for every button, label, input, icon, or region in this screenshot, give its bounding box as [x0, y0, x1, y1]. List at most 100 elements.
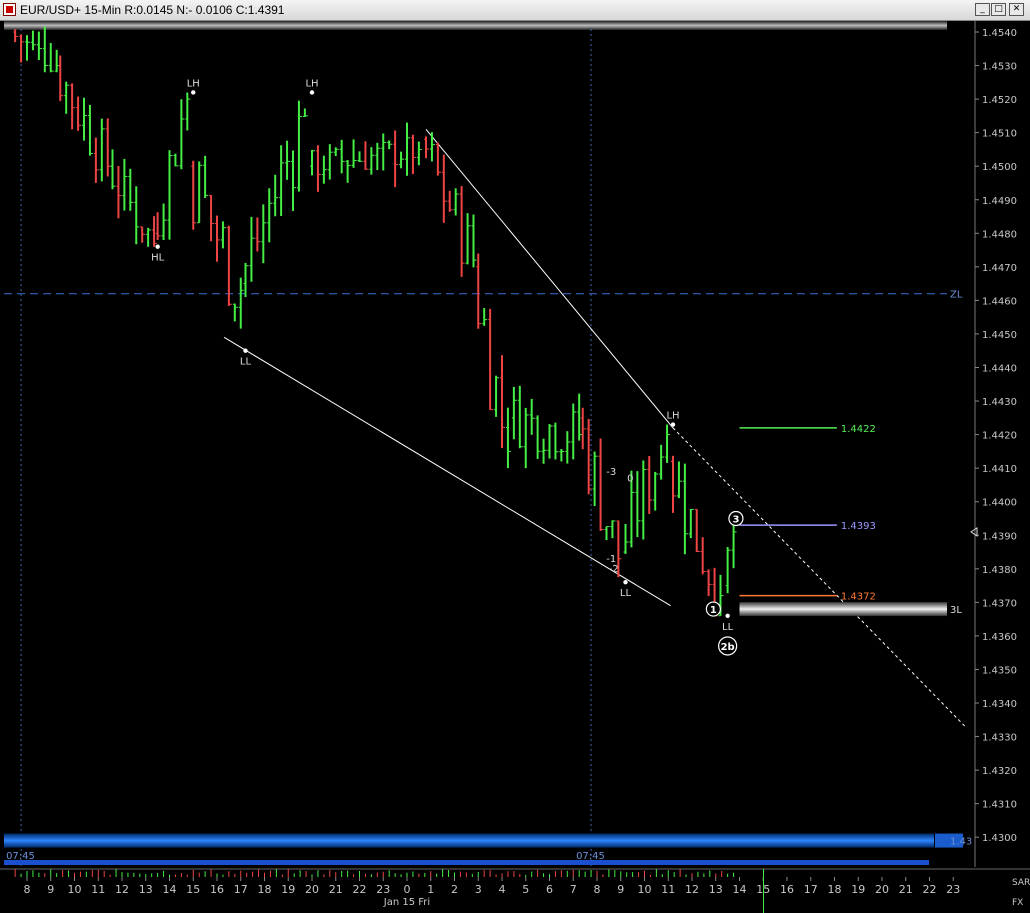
- y-tick-label: 1.4300: [982, 833, 1017, 844]
- y-tick-label: 1.4530: [982, 62, 1017, 73]
- y-tick-label: 1.4360: [982, 632, 1017, 643]
- swing-point-dot: [309, 90, 315, 95]
- y-tick-label: 1.4450: [982, 330, 1017, 341]
- swing-point-dot: [623, 580, 628, 585]
- x-tick-label: 23: [376, 883, 390, 896]
- x-tick-label: 8: [24, 883, 31, 896]
- x-tick-label: 17: [804, 883, 818, 896]
- x-tick-label: 9: [47, 883, 54, 896]
- x-tick-label: 13: [709, 883, 723, 896]
- y-tick-label: 1.4480: [982, 229, 1017, 240]
- x-tick-label: 14: [163, 883, 177, 896]
- y-tick-label: 1.4460: [982, 296, 1017, 307]
- x-tick-label: 10: [68, 883, 82, 896]
- x-date-label: Jan 15 Fri: [383, 897, 430, 908]
- fx-label: FX: [1012, 898, 1023, 908]
- x-tick-label: 8: [594, 883, 601, 896]
- band-3l: [739, 602, 947, 617]
- x-tick-label: 12: [115, 883, 129, 896]
- y-tick-label: 1.4500: [982, 162, 1017, 173]
- y-tick-label: 1.4330: [982, 733, 1017, 744]
- y-tick-label: 1.4310: [982, 800, 1017, 811]
- x-tick-label: 18: [828, 883, 842, 896]
- y-tick-label: 1.4320: [982, 766, 1017, 777]
- y-tick-label: 1.4350: [982, 665, 1017, 676]
- x-tick-label: 2: [451, 883, 458, 896]
- swing-point-dot: [243, 348, 248, 353]
- x-tick-label: 21: [329, 883, 343, 896]
- top-band: [4, 21, 947, 30]
- count-label: -2: [609, 564, 619, 575]
- x-tick-label: 19: [281, 883, 295, 896]
- swing-label: LL: [620, 588, 632, 599]
- chart-background: [0, 21, 1030, 913]
- x-tick-label: 6: [546, 883, 553, 896]
- band-3l-label: 3L: [950, 605, 962, 616]
- count-label: 0: [627, 474, 633, 485]
- target-level-label: 1.4393: [841, 521, 876, 532]
- minimize-button[interactable]: _: [975, 3, 990, 16]
- wave-label: 2b: [721, 642, 735, 653]
- swing-point-dot: [155, 244, 160, 249]
- y-tick-label: 1.4520: [982, 95, 1017, 106]
- y-tick-label: 1.4410: [982, 464, 1017, 475]
- indicator-label: SAR10: [1012, 878, 1030, 888]
- price-chart[interactable]: 1.42901.43001.43101.43201.43301.43401.43…: [0, 21, 1030, 913]
- y-tick-label: 1.4490: [982, 196, 1017, 207]
- y-tick-label: 1.4370: [982, 598, 1017, 609]
- wave-label: 1: [710, 605, 717, 616]
- x-tick-label: 16: [210, 883, 224, 896]
- x-tick-label: 23: [946, 883, 960, 896]
- swing-label: HL: [151, 253, 165, 264]
- y-tick-label: 1.4380: [982, 565, 1017, 576]
- x-tick-label: 11: [661, 883, 675, 896]
- x-tick-label: 19: [851, 883, 865, 896]
- x-tick-label: 20: [305, 883, 319, 896]
- window-title: EUR/USD+ 15-Min R:0.0145 N:- 0.0106 C:1.…: [20, 3, 285, 17]
- swing-label: LH: [305, 78, 318, 89]
- x-tick-label: 1: [427, 883, 434, 896]
- swing-label: LL: [722, 622, 734, 633]
- count-label: -3: [606, 467, 616, 478]
- blue-band-label: 1.43: [950, 837, 972, 848]
- x-tick-label: 21: [899, 883, 913, 896]
- chart-app-icon[interactable]: [3, 3, 16, 16]
- title-bar[interactable]: EUR/USD+ 15-Min R:0.0145 N:- 0.0106 C:1.…: [0, 0, 1030, 21]
- swing-label: LH: [187, 78, 200, 89]
- x-tick-label: 5: [522, 883, 529, 896]
- close-button[interactable]: ✕: [1009, 3, 1024, 16]
- swing-point-dot: [191, 90, 196, 95]
- bottom-blue-strip: [4, 860, 929, 865]
- wave-label: 3: [732, 514, 739, 525]
- x-tick-label: 16: [780, 883, 794, 896]
- x-tick-label: 11: [91, 883, 105, 896]
- y-tick-label: 1.4420: [982, 431, 1017, 442]
- x-tick-label: 17: [234, 883, 248, 896]
- x-tick-label: 9: [617, 883, 624, 896]
- x-tick-label: 4: [499, 883, 506, 896]
- target-level-label: 1.4372: [841, 592, 876, 603]
- x-tick-label: 12: [685, 883, 699, 896]
- swing-label: LL: [240, 357, 252, 368]
- x-tick-label: 20: [875, 883, 889, 896]
- y-tick-label: 1.4430: [982, 397, 1017, 408]
- x-tick-label: 22: [353, 883, 367, 896]
- target-level-label: 1.4422: [841, 424, 876, 435]
- x-tick-label: 3: [475, 883, 482, 896]
- x-tick-label: 13: [139, 883, 153, 896]
- maximize-button[interactable]: □: [991, 3, 1006, 16]
- chart-window: EUR/USD+ 15-Min R:0.0145 N:- 0.0106 C:1.…: [0, 0, 1030, 913]
- y-tick-label: 1.4470: [982, 263, 1017, 274]
- y-tick-label: 1.4510: [982, 129, 1017, 140]
- y-tick-label: 1.4440: [982, 364, 1017, 375]
- x-tick-label: 7: [570, 883, 577, 896]
- swing-label: LH: [666, 411, 679, 422]
- y-tick-label: 1.4540: [982, 28, 1017, 39]
- swing-point-dot: [725, 613, 730, 618]
- swing-point-dot: [670, 422, 676, 427]
- zl-label: ZL: [950, 290, 963, 301]
- x-tick-label: 14: [733, 883, 747, 896]
- x-tick-label: 15: [186, 883, 200, 896]
- x-tick-label: 22: [923, 883, 937, 896]
- blue-band-143: [4, 833, 934, 848]
